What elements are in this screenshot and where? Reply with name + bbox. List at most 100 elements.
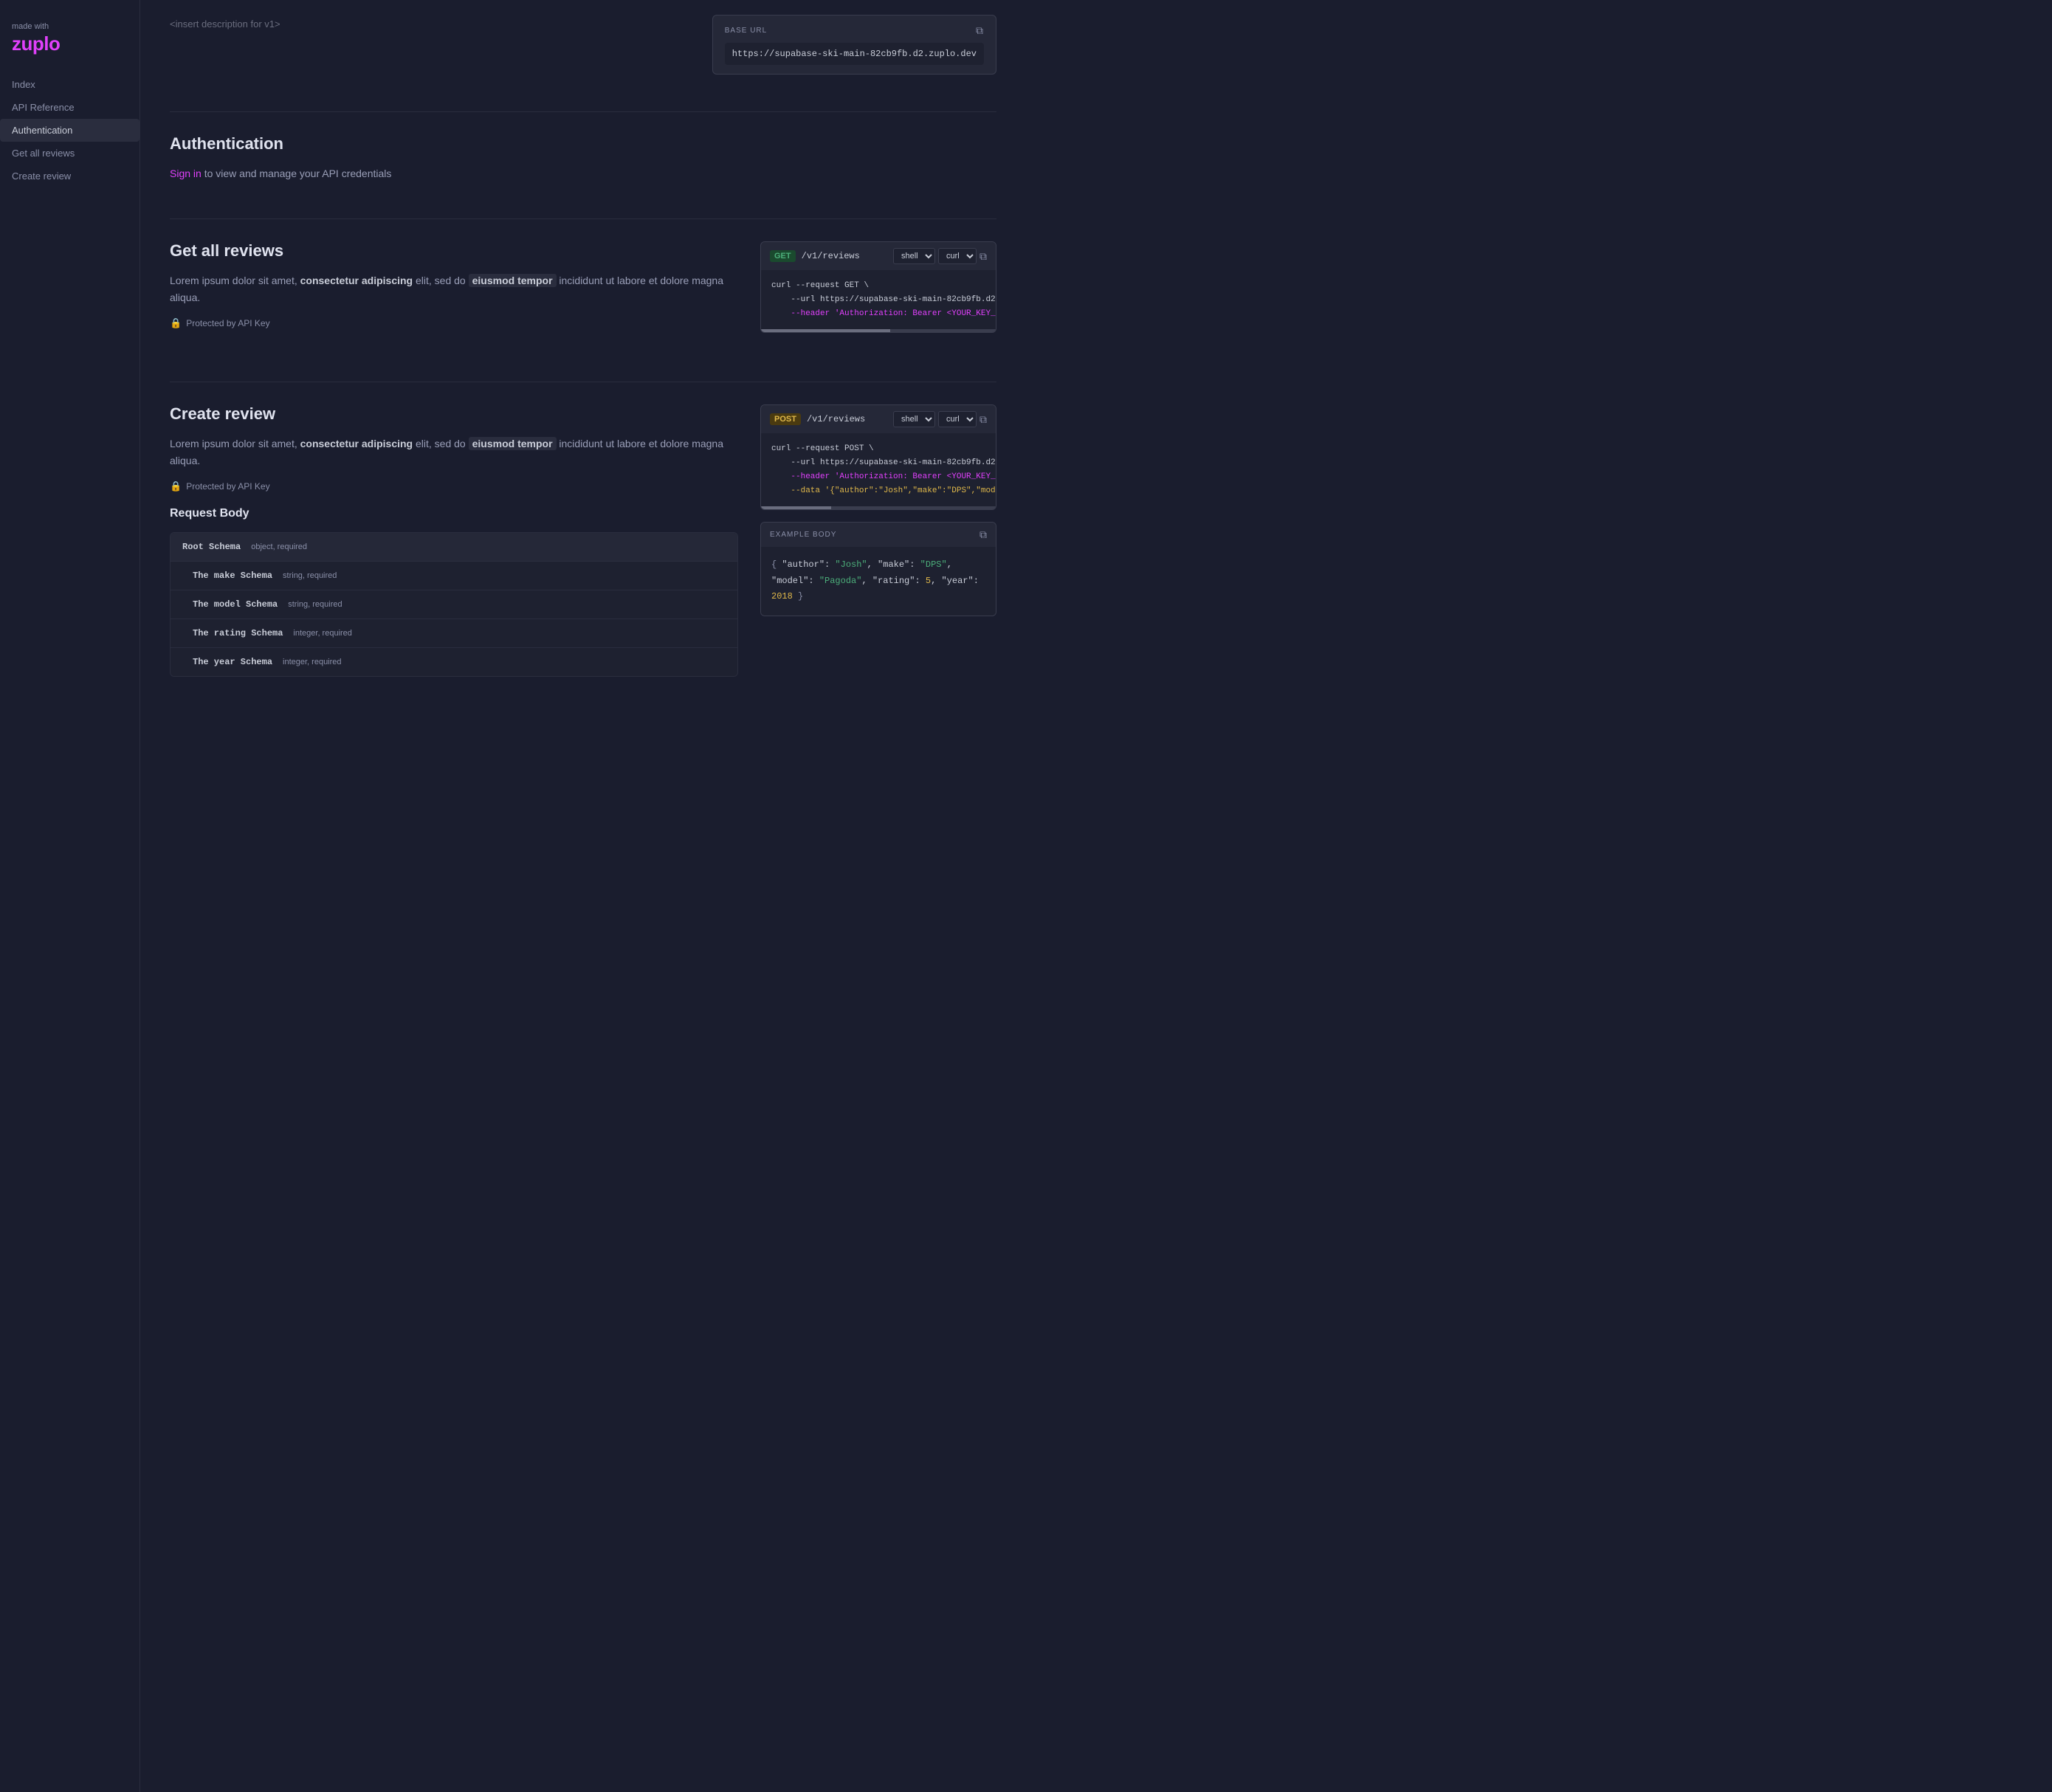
example-body-content: { "author": "Josh", "make": "DPS", "mode… <box>761 547 996 616</box>
sidebar-link-create-review[interactable]: Create review <box>0 165 140 187</box>
base-url-value: https://supabase-ski-main-82cb9fb.d2.zup… <box>725 43 984 65</box>
shell-select[interactable]: shell <box>893 248 935 264</box>
schema-type-root: object, required <box>251 542 307 551</box>
cr-copy-code-icon[interactable]: ⧉ <box>979 413 987 426</box>
copy-base-url-icon[interactable]: ⧉ <box>976 24 984 37</box>
schema-row-year: The year Schema integer, required <box>171 648 737 676</box>
schema-name-model: The model Schema <box>193 599 278 610</box>
schema-row-model: The model Schema string, required <box>171 590 737 619</box>
sidebar-link-get-all-reviews[interactable]: Get all reviews <box>0 142 140 165</box>
get-all-reviews-section: Get all reviews Lorem ipsum dolor sit am… <box>170 241 996 345</box>
desc-normal2: elit, sed do <box>413 275 469 286</box>
sign-in-link[interactable]: Sign in <box>170 168 202 179</box>
sidebar-nav: Index API Reference Authentication Get a… <box>0 73 140 187</box>
cr-shell-select[interactable]: shell <box>893 411 935 427</box>
schema-name-rating: The rating Schema <box>193 628 283 638</box>
desc-normal1: Lorem ipsum dolor sit amet, <box>170 275 300 286</box>
get-all-reviews-code-panel: GET /v1/reviews shell curl ⧉ curl - <box>760 241 996 333</box>
cr-desc-normal2: elit, sed do <box>413 438 469 449</box>
sidebar-item-api-reference[interactable]: API Reference <box>0 96 140 119</box>
cr-code-line4: --data '{"author":"Josh","make":"DPS","m… <box>781 486 996 495</box>
http-method-get: GET <box>770 250 796 262</box>
code-line1: curl --request GET \ <box>771 281 869 290</box>
schema-name-root: Root Schema <box>182 542 241 552</box>
copy-example-icon[interactable]: ⧉ <box>979 528 987 541</box>
http-method-post: POST <box>770 413 801 425</box>
cr-code-line2: --url https://supabase-ski-main-82cb9fb.… <box>781 458 996 467</box>
sidebar-item-create-review[interactable]: Create review <box>0 165 140 187</box>
cr-scroll-bar <box>761 506 996 509</box>
cr-lang-selects: shell curl ⧉ <box>893 411 987 427</box>
code-line2: --url https://supabase-ski-main-82cb9fb.… <box>781 295 996 304</box>
get-all-reviews-left: Get all reviews Lorem ipsum dolor sit am… <box>170 241 738 341</box>
schema-name-make: The make Schema <box>193 571 272 581</box>
protected-text: Protected by API Key <box>186 318 269 328</box>
schema-row-root: Root Schema object, required <box>171 533 737 562</box>
base-url-box: BASE URL ⧉ https://supabase-ski-main-82c… <box>712 15 996 75</box>
sidebar-link-authentication[interactable]: Authentication <box>0 119 140 142</box>
get-all-reviews-protected: 🔒 Protected by API Key <box>170 317 738 329</box>
cr-code-line1: curl --request POST \ <box>771 444 874 453</box>
cr-desc-bold1: consectetur adipiscing <box>300 438 413 449</box>
scroll-bar-inner <box>761 329 890 332</box>
sign-in-suffix: to view and manage your API credentials <box>202 168 392 179</box>
get-all-reviews-layout: Get all reviews Lorem ipsum dolor sit am… <box>170 241 996 345</box>
get-all-reviews-title: Get all reviews <box>170 241 738 261</box>
schema-row-make: The make Schema string, required <box>171 562 737 590</box>
sidebar-item-get-all-reviews[interactable]: Get all reviews <box>0 142 140 165</box>
authentication-desc: Sign in to view and manage your API cred… <box>170 165 996 182</box>
cr-desc-bold2: eiusmod tempor <box>469 437 557 450</box>
base-url-label: BASE URL <box>725 27 767 35</box>
sidebar-item-authentication[interactable]: Authentication <box>0 119 140 142</box>
cr-desc-normal1: Lorem ipsum dolor sit amet, <box>170 438 300 449</box>
schema-type-make: string, required <box>283 571 337 580</box>
schema-table: Root Schema object, required The make Sc… <box>170 532 738 677</box>
code-line3: --header 'Authorization: Bearer <YOUR_KE… <box>781 309 996 318</box>
sidebar: made with zuplo Index API Reference Auth… <box>0 0 140 1792</box>
cr-protected-text: Protected by API Key <box>186 481 269 492</box>
create-lock-icon: 🔒 <box>170 480 182 492</box>
auth-divider <box>170 218 996 219</box>
create-review-code-panel: POST /v1/reviews shell curl ⧉ curl <box>760 404 996 510</box>
cr-code-line3: --header 'Authorization: Bearer <YOUR_KE… <box>781 472 996 481</box>
create-review-layout: Create review Lorem ipsum dolor sit amet… <box>170 404 996 677</box>
get-all-reviews-right: GET /v1/reviews shell curl ⧉ curl - <box>760 241 996 345</box>
main-content: <insert description for v1> BASE URL ⧉ h… <box>140 0 1026 1792</box>
schema-row-rating: The rating Schema integer, required <box>171 619 737 648</box>
cr-curl-select[interactable]: curl <box>938 411 977 427</box>
authentication-section: Authentication Sign in to view and manag… <box>170 134 996 182</box>
example-panel-header: EXAMPLE BODY ⧉ <box>761 523 996 547</box>
sidebar-link-index[interactable]: Index <box>0 73 140 96</box>
example-body-panel: EXAMPLE BODY ⧉ { "author": "Josh", "make… <box>760 522 996 616</box>
api-description: <insert description for v1> <box>170 18 280 30</box>
endpoint-path-post: /v1/reviews <box>807 414 887 424</box>
create-review-section: Create review Lorem ipsum dolor sit amet… <box>170 404 996 677</box>
cr-scroll-bar-inner <box>761 506 831 509</box>
create-review-desc: Lorem ipsum dolor sit amet, consectetur … <box>170 435 738 469</box>
schema-type-year: integer, required <box>283 658 342 666</box>
create-review-left: Create review Lorem ipsum dolor sit amet… <box>170 404 738 677</box>
example-label: EXAMPLE BODY <box>770 531 836 539</box>
lock-icon: 🔒 <box>170 317 182 329</box>
create-review-code-body: curl --request POST \ --url https://supa… <box>761 433 996 506</box>
lang-selects: shell curl ⧉ <box>893 248 987 264</box>
schema-type-rating: integer, required <box>293 629 352 638</box>
curl-select[interactable]: curl <box>938 248 977 264</box>
copy-code-icon[interactable]: ⧉ <box>979 250 987 263</box>
get-all-reviews-code-body: curl --request GET \ --url https://supab… <box>761 270 996 329</box>
create-review-right: POST /v1/reviews shell curl ⧉ curl <box>760 404 996 616</box>
base-url-label-row: BASE URL ⧉ <box>725 24 984 37</box>
desc-bold2: eiusmod tempor <box>469 274 557 287</box>
authentication-title: Authentication <box>170 134 996 154</box>
logo: made with zuplo <box>0 15 140 73</box>
create-review-title: Create review <box>170 404 738 424</box>
scroll-bar <box>761 329 996 332</box>
code-panel-header: GET /v1/reviews shell curl ⧉ <box>761 242 996 270</box>
get-all-reviews-desc: Lorem ipsum dolor sit amet, consectetur … <box>170 272 738 306</box>
request-body-title: Request Body <box>170 507 738 520</box>
top-section: <insert description for v1> BASE URL ⧉ h… <box>170 0 996 89</box>
sidebar-item-index[interactable]: Index <box>0 73 140 96</box>
sidebar-link-api-reference[interactable]: API Reference <box>0 96 140 119</box>
schema-type-model: string, required <box>288 600 342 609</box>
schema-name-year: The year Schema <box>193 657 272 667</box>
